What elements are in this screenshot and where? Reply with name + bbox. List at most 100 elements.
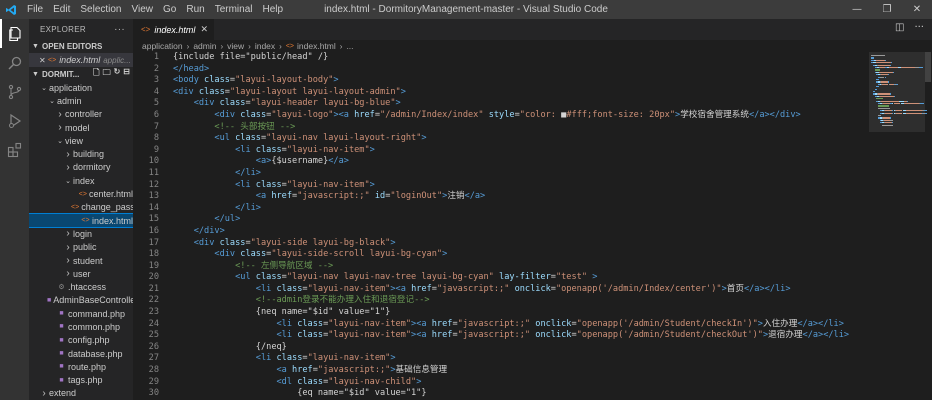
code-token: ><a (390, 283, 412, 294)
code-line: 3 <body class="layui-layout-body"> (133, 75, 869, 87)
tree-item[interactable]: › user (29, 267, 133, 280)
tree-item[interactable]: › model (29, 121, 133, 134)
collapse-all-icon[interactable]: ⊟ (123, 67, 130, 81)
menu-help[interactable]: Help (258, 4, 289, 15)
tree-item[interactable]: <>change_passwor... (29, 201, 133, 214)
tree-item[interactable]: ■ command.php (29, 307, 133, 320)
tree-item[interactable]: ⌄ view (29, 134, 133, 147)
project-section[interactable]: ▼ DORMIT... 🗋 🗀 ↻ ⊟ (29, 67, 133, 81)
close-icon[interactable]: ✕ (902, 0, 932, 19)
search-icon[interactable] (0, 48, 29, 77)
tree-item[interactable]: › login (29, 227, 133, 240)
extensions-icon[interactable] (0, 135, 29, 164)
tree-item[interactable]: ■ common.php (29, 320, 133, 333)
minimap-stroke (881, 124, 894, 126)
code-text: <a href="javascript:;" id="loginOut">注销<… (159, 191, 485, 203)
minimap-stroke (876, 79, 879, 81)
menu-selection[interactable]: Selection (75, 4, 126, 15)
menu-terminal[interactable]: Terminal (210, 4, 258, 15)
tree-item[interactable]: ■ database.php (29, 347, 133, 360)
new-file-icon[interactable]: 🗋 (93, 67, 99, 81)
code-token: "javascript:;" (457, 318, 531, 329)
tree-item[interactable]: ⌄ application (29, 81, 133, 94)
close-icon[interactable]: ✕ (39, 56, 48, 65)
tree-item-label: index.html (91, 215, 133, 226)
breadcrumb-item[interactable]: index.html (297, 41, 336, 51)
file-tree: ⌄ application ⌄ admin › controller › model ⌄ view… (29, 81, 133, 400)
tree-item[interactable]: › public (29, 241, 133, 254)
more-actions-icon[interactable]: ··· (114, 24, 125, 35)
breadcrumb-item[interactable]: index (255, 41, 275, 51)
code-token: ><a (333, 109, 355, 120)
tree-item[interactable]: › dormitory (29, 161, 133, 174)
breadcrumb-item[interactable]: view (227, 41, 244, 51)
line-number: 21 (148, 283, 159, 294)
open-editors-section[interactable]: ▼ OPEN EDITORS (29, 39, 133, 53)
code-token: "color: (519, 109, 562, 120)
line-number: 11 (148, 167, 159, 178)
minimap-stroke (890, 64, 892, 66)
code-token: {eq name="$id" value="1"} (297, 388, 427, 399)
explorer-header: EXPLORER ··· (29, 19, 133, 39)
tree-item[interactable]: ■ route.php (29, 360, 133, 373)
run-debug-icon[interactable] (0, 106, 29, 135)
open-editor-item[interactable]: ✕ <> index.html applic... (29, 53, 133, 67)
breadcrumb-item[interactable]: application (142, 41, 183, 51)
code-line: 7 <!-- 头部按钮 --> (133, 122, 869, 134)
minimize-icon[interactable]: — (842, 0, 872, 19)
minimap-stroke (905, 67, 915, 69)
tree-item[interactable]: › building (29, 147, 133, 160)
tree-item[interactable]: ■ tags.php (29, 374, 133, 387)
line-number: 12 (148, 179, 159, 190)
tree-item[interactable]: <> index.html (29, 212, 133, 229)
restore-icon[interactable]: ❐ (872, 0, 902, 19)
tree-item[interactable]: ■ config.php (29, 334, 133, 347)
code-text: <li class="layui-nav-item"><a href="java… (159, 330, 849, 342)
menu-go[interactable]: Go (158, 4, 181, 15)
tree-item[interactable]: › controller (29, 108, 133, 121)
code-token: > (390, 237, 396, 248)
chevron-down-icon: ⌄ (65, 177, 71, 185)
refresh-icon[interactable]: ↻ (114, 67, 121, 81)
scrollbar-thumb[interactable] (925, 52, 931, 82)
tab-index-html[interactable]: <> index.html ✕ (133, 19, 214, 40)
code-text: </head> (159, 64, 209, 76)
tree-item[interactable]: ■AdminBaseControlle... (29, 294, 133, 307)
editor-scrollbar[interactable] (924, 52, 932, 400)
chevron-right-icon: › (186, 41, 190, 51)
code-token: </div> (193, 225, 225, 236)
code-editor[interactable]: 1 {include file="public/head" /} 2 </head> 3… (133, 52, 869, 400)
minimap-stroke (906, 110, 922, 112)
tree-item[interactable]: › student (29, 254, 133, 267)
line-number: 25 (148, 330, 159, 341)
breadcrumb-item[interactable]: admin (193, 41, 216, 51)
tree-item[interactable]: › extend (29, 387, 133, 400)
minimap[interactable] (869, 52, 932, 400)
menu-edit[interactable]: Edit (48, 4, 75, 15)
more-actions-icon[interactable]: ··· (914, 22, 924, 33)
tree-item-label: route.php (68, 361, 107, 372)
menu-view[interactable]: View (127, 4, 159, 15)
breadcrumb-item[interactable]: ... (346, 41, 353, 51)
menu-run[interactable]: Run (181, 4, 209, 15)
code-token: 退宿办理 (768, 330, 803, 341)
tree-item[interactable]: ⚙ .htaccess (29, 280, 133, 293)
new-folder-icon[interactable]: 🗀 (103, 67, 111, 81)
tree-item[interactable]: ⌄ admin (29, 94, 133, 107)
menu-file[interactable]: File (22, 4, 48, 15)
code-line: 17 <div class="layui-side layui-bg-black… (133, 238, 869, 250)
chevron-right-icon: › (66, 241, 70, 253)
split-editor-icon[interactable]: ◫ (895, 22, 904, 33)
code-text: <a href="javascript:;">基础信息管理 (159, 365, 447, 377)
minimap-stroke (871, 55, 885, 57)
explorer-icon[interactable] (0, 19, 29, 48)
code-token: <a (255, 191, 272, 202)
code-token: <li (255, 283, 277, 294)
close-icon[interactable]: ✕ (200, 24, 208, 35)
source-control-icon[interactable] (0, 77, 29, 106)
tree-item[interactable]: <> center.html (29, 187, 133, 200)
tree-item[interactable]: ⌄ index (29, 174, 133, 187)
